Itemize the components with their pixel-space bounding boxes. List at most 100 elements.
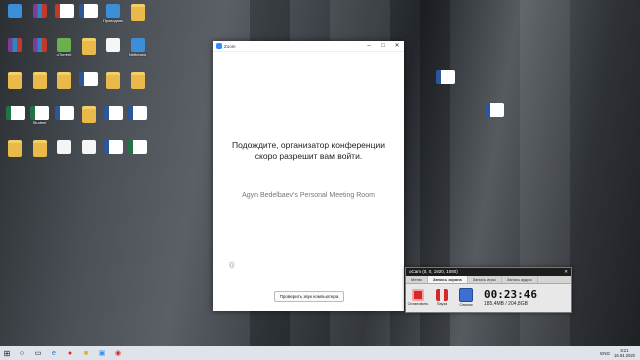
stop-icon	[412, 289, 424, 301]
desktop-icon[interactable]	[29, 38, 51, 64]
rar-icon	[32, 38, 47, 52]
desktop-icon[interactable]	[4, 106, 26, 132]
desktop-icon[interactable]	[102, 38, 124, 64]
folder-icon	[81, 106, 96, 123]
folder-icon	[32, 140, 47, 157]
clock-date: 16.04.2020	[614, 353, 635, 358]
language-indicator[interactable]: ENG	[600, 351, 610, 356]
windows-start-icon[interactable]: ⊞	[0, 349, 14, 358]
desktop-icon[interactable]	[4, 72, 26, 98]
task-view-icon[interactable]: ▭	[32, 347, 44, 359]
word-icon	[79, 4, 98, 18]
tab-menu[interactable]: Меню	[406, 276, 428, 283]
stop-button[interactable]: Остановить	[406, 289, 430, 306]
screenshot-label: Снимок	[459, 303, 473, 307]
zoom-window-title: Zoom	[224, 43, 236, 49]
waiting-message: Подождите, организатор конференции скоро…	[213, 140, 404, 162]
desktop-icon[interactable]	[53, 72, 75, 98]
tab-screen-record[interactable]: Запись экрана	[427, 276, 468, 283]
folder-icon	[8, 140, 22, 157]
word-doc-icon	[435, 70, 455, 84]
desktop-icon[interactable]	[53, 4, 75, 30]
desktop-icon[interactable]	[102, 140, 124, 166]
desktop-icon[interactable]	[29, 72, 51, 98]
word-icon	[79, 72, 98, 86]
desktop-icon-label: Netbeans	[128, 52, 147, 57]
tab-audio-record[interactable]: Запись аудио	[502, 276, 538, 283]
stop-label: Остановить	[407, 302, 429, 306]
zoom-waiting-window: Zoom – □ ✕ Подождите, организатор конфер…	[213, 41, 404, 311]
desktop-icon[interactable]: uTorrent	[53, 38, 75, 64]
ocam-close-icon[interactable]: ✕	[564, 268, 571, 276]
minimize-button[interactable]: –	[362, 41, 376, 51]
pdf-icon	[54, 4, 74, 18]
desktop-icon-label: Student	[32, 120, 47, 125]
ocam-recorder-window: oCam (0, 0, 1920, 1080) ✕ Меню Запись эк…	[405, 267, 572, 313]
desktop-icon[interactable]	[102, 106, 124, 132]
desktop-icon[interactable]	[434, 70, 456, 96]
chrome-icon[interactable]: ●	[64, 347, 76, 359]
green-icon	[57, 38, 71, 52]
desktop-icon-label: uTorrent	[56, 52, 72, 57]
meeting-room-name: Agyn Bedelbaev's Personal Meeting Room	[242, 192, 375, 199]
desktop-icon[interactable]	[4, 38, 26, 64]
pause-button[interactable]: Пауза	[430, 289, 454, 306]
zoom-taskbar-icon[interactable]: ▣	[96, 347, 108, 359]
edge-icon[interactable]: e	[48, 347, 60, 359]
desktop-icon[interactable]	[127, 72, 149, 98]
folder-icon	[32, 72, 47, 89]
maximize-button[interactable]: □	[376, 41, 390, 51]
screenshot-button[interactable]: Снимок	[454, 288, 478, 307]
zoom-titlebar[interactable]: Zoom – □ ✕	[213, 41, 404, 52]
desktop-icon[interactable]	[29, 4, 51, 30]
ocam-titlebar[interactable]: oCam (0, 0, 1920, 1080) ✕	[406, 268, 571, 276]
ocam-title: oCam (0, 0, 1920, 1080)	[409, 269, 458, 274]
doc-icon	[81, 140, 96, 154]
desktop-icon[interactable]	[78, 38, 100, 64]
search-icon[interactable]: ○	[16, 347, 28, 359]
desktop-icon[interactable]	[78, 72, 100, 98]
word-doc-icon	[484, 103, 504, 117]
desktop-icon[interactable]	[102, 72, 124, 98]
desktop-icon[interactable]	[127, 106, 149, 132]
doc-icon	[106, 38, 120, 52]
desktop-icon[interactable]: Netbeans	[127, 38, 149, 64]
desktop-icon[interactable]	[4, 140, 26, 166]
folder-icon	[8, 72, 22, 89]
test-audio-button[interactable]: Проверить звук компьютера	[274, 291, 344, 302]
word-icon	[103, 140, 123, 154]
desktop-icon[interactable]	[127, 4, 149, 30]
desktop-icon[interactable]: Student	[29, 106, 51, 132]
desktop-icon[interactable]	[78, 140, 100, 166]
desktop-icon[interactable]: Проводник	[102, 4, 124, 30]
desktop-icon[interactable]	[53, 140, 75, 166]
app-icon	[8, 4, 22, 18]
desktop-icon[interactable]	[78, 106, 100, 132]
recording-info: 00:23:46 185,4MB / 204,8GB	[484, 288, 537, 307]
desktop-icon[interactable]	[4, 4, 26, 30]
ocam-toolbar: Остановить Пауза Снимок 00:23:46 185,4MB…	[406, 284, 571, 311]
taskbar: ⊞ ○ ▭ e ● ■ ▣ ◉ ENG 8:21 16.04.2020	[0, 346, 640, 360]
desktop-icon[interactable]	[53, 106, 75, 132]
desktop-icon[interactable]	[127, 140, 149, 166]
excel-icon	[5, 106, 25, 120]
close-button[interactable]: ✕	[390, 41, 404, 51]
desktop-icon[interactable]	[483, 103, 505, 129]
doc-icon	[57, 140, 71, 154]
file-explorer-icon[interactable]: ■	[80, 347, 92, 359]
pause-label: Пауза	[436, 302, 448, 306]
folder-icon	[57, 72, 71, 89]
ocam-taskbar-icon[interactable]: ◉	[112, 347, 124, 359]
desktop-icon[interactable]	[29, 140, 51, 166]
clock[interactable]: 8:21 16.04.2020	[614, 348, 635, 358]
folder-icon	[81, 38, 96, 55]
waiting-message-line2: скоро разрешит вам войти.	[254, 151, 363, 161]
tab-game-record[interactable]: Запись игры	[468, 276, 502, 283]
rar-icon	[32, 4, 47, 18]
excel-icon	[128, 140, 147, 154]
desktop-icon[interactable]	[78, 4, 100, 30]
folder-icon	[130, 72, 145, 89]
waiting-message-line1: Подождите, организатор конференции	[232, 140, 385, 150]
app-icon	[130, 38, 145, 52]
recording-size: 185,4MB / 204,8GB	[484, 301, 528, 307]
